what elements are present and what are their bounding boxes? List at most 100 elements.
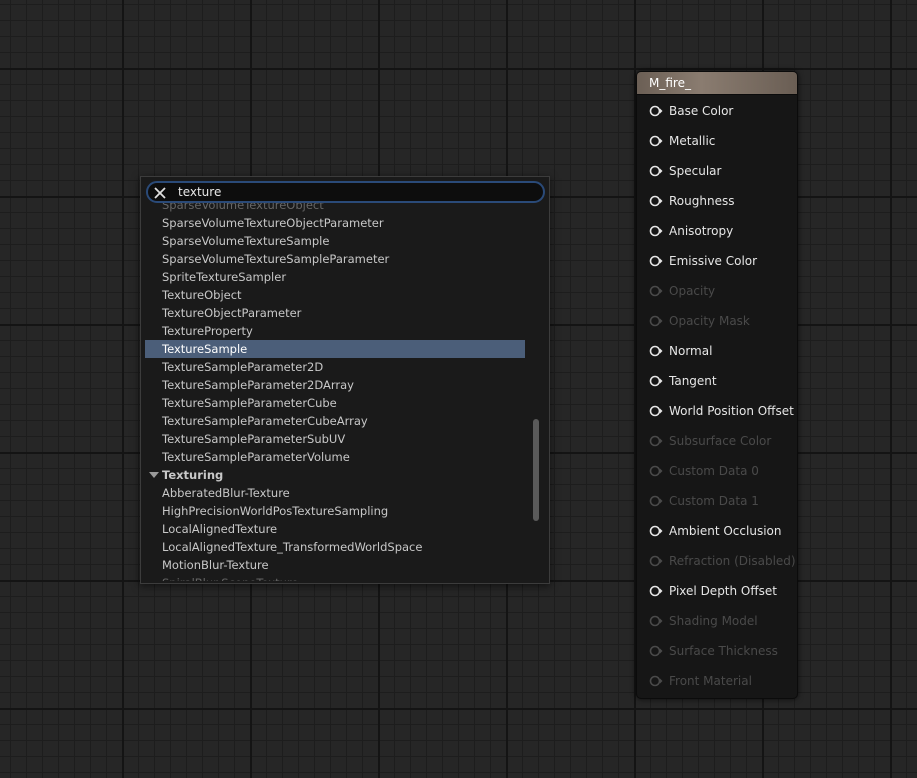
result-label: SparseVolumeTextureSample	[162, 234, 330, 248]
search-result-item[interactable]: TextureSampleParameterCubeArray	[145, 412, 512, 430]
node-input-pin[interactable]: Custom Data 0	[649, 461, 797, 481]
exec-pin-icon[interactable]	[649, 374, 663, 388]
search-result-item[interactable]: SpriteTextureSampler	[145, 268, 512, 286]
exec-pin-icon[interactable]	[649, 494, 663, 508]
search-input[interactable]	[178, 183, 518, 201]
search-result-item[interactable]: SpiralBlur-SceneTexture	[145, 574, 512, 581]
exec-pin-icon[interactable]	[649, 404, 663, 418]
pin-label: Surface Thickness	[669, 644, 778, 658]
search-result-item[interactable]: SparseVolumeTextureSample	[145, 232, 512, 250]
exec-pin-icon[interactable]	[649, 524, 663, 538]
search-result-item[interactable]: SparseVolumeTextureSampleParameter	[145, 250, 512, 268]
pin-label: Opacity Mask	[669, 314, 750, 328]
exec-pin-icon[interactable]	[649, 644, 663, 658]
material-output-node[interactable]: M_fire_ Base Color Metallic Specular Roughn…	[636, 71, 798, 699]
exec-pin-icon[interactable]	[649, 314, 663, 328]
exec-pin-icon[interactable]	[649, 134, 663, 148]
node-title[interactable]: M_fire_	[637, 72, 797, 95]
search-result-item[interactable]: TextureSampleParameter2DArray	[145, 376, 512, 394]
node-input-pin[interactable]: Opacity Mask	[649, 311, 797, 331]
pin-label: Tangent	[669, 374, 717, 388]
pin-label: Normal	[669, 344, 713, 358]
node-input-pin[interactable]: Pixel Depth Offset	[649, 581, 797, 601]
search-result-item[interactable]: SparseVolumeTextureObjectParameter	[145, 214, 512, 232]
node-input-pin[interactable]: Roughness	[649, 191, 797, 211]
pin-label: Metallic	[669, 134, 716, 148]
node-input-pin[interactable]: World Position Offset	[649, 401, 797, 421]
result-label: HighPrecisionWorldPosTextureSampling	[162, 504, 389, 518]
node-input-pin[interactable]: Emissive Color	[649, 251, 797, 271]
exec-pin-icon[interactable]	[649, 554, 663, 568]
pin-label: World Position Offset	[669, 404, 794, 418]
exec-pin-icon[interactable]	[649, 104, 663, 118]
result-label: TextureSampleParameterCubeArray	[162, 414, 368, 428]
exec-pin-icon[interactable]	[649, 194, 663, 208]
node-search-popup: SparseVolumeTextureObject SparseVolumeTex…	[140, 176, 550, 584]
result-label: SparseVolumeTextureObjectParameter	[162, 216, 384, 230]
search-result-item[interactable]: TextureObjectParameter	[145, 304, 512, 322]
node-input-pin[interactable]: Front Material	[649, 671, 797, 691]
node-input-pin[interactable]: Subsurface Color	[649, 431, 797, 451]
exec-pin-icon[interactable]	[649, 674, 663, 688]
result-label: MotionBlur-Texture	[162, 558, 269, 572]
result-label: SpiralBlur-SceneTexture	[162, 576, 298, 581]
search-result-item[interactable]: SparseVolumeTextureObject	[145, 203, 512, 214]
search-result-item[interactable]: TextureSample	[145, 340, 525, 358]
node-input-pin[interactable]: Surface Thickness	[649, 641, 797, 661]
search-result-item[interactable]: TextureProperty	[145, 322, 512, 340]
result-label: SparseVolumeTextureSampleParameter	[162, 252, 390, 266]
result-label: TextureSample	[162, 342, 248, 356]
node-input-pin[interactable]: Opacity	[649, 281, 797, 301]
triangle-down-icon	[149, 472, 159, 478]
search-result-item[interactable]: TextureSampleParameterCube	[145, 394, 512, 412]
node-input-pin[interactable]: Anisotropy	[649, 221, 797, 241]
exec-pin-icon[interactable]	[649, 614, 663, 628]
pin-label: Emissive Color	[669, 254, 758, 268]
exec-pin-icon[interactable]	[649, 584, 663, 598]
scrollbar-thumb[interactable]	[533, 419, 539, 521]
search-result-item[interactable]: TextureSampleParameterSubUV	[145, 430, 512, 448]
result-label: LocalAlignedTexture	[162, 522, 278, 536]
search-result-item[interactable]: TextureObject	[145, 286, 512, 304]
result-label: SpriteTextureSampler	[162, 270, 287, 284]
node-input-pin[interactable]: Tangent	[649, 371, 797, 391]
exec-pin-icon[interactable]	[649, 434, 663, 448]
search-result-item[interactable]: TextureSampleParameter2D	[145, 358, 512, 376]
exec-pin-icon[interactable]	[649, 344, 663, 358]
search-result-item[interactable]: HighPrecisionWorldPosTextureSampling	[145, 502, 512, 520]
node-input-pin[interactable]: Custom Data 1	[649, 491, 797, 511]
node-input-pin[interactable]: Metallic	[649, 131, 797, 151]
pin-label: Roughness	[669, 194, 735, 208]
exec-pin-icon[interactable]	[649, 224, 663, 238]
category-header[interactable]: Texturing	[145, 466, 512, 484]
exec-pin-icon[interactable]	[649, 284, 663, 298]
search-results-list: SparseVolumeTextureObject SparseVolumeTex…	[145, 203, 531, 581]
result-label: Texturing	[162, 468, 224, 482]
pin-label: Anisotropy	[669, 224, 734, 238]
result-label: TextureSampleParameterVolume	[162, 450, 350, 464]
search-result-item[interactable]: MotionBlur-Texture	[145, 556, 512, 574]
scrollbar-track[interactable]	[533, 207, 539, 579]
pin-label: Opacity	[669, 284, 716, 298]
exec-pin-icon[interactable]	[649, 254, 663, 268]
exec-pin-icon[interactable]	[649, 164, 663, 178]
node-input-pin[interactable]: Specular	[649, 161, 797, 181]
search-box[interactable]	[146, 181, 545, 203]
node-input-pin[interactable]: Refraction (Disabled)	[649, 551, 797, 571]
pin-label: Subsurface Color	[669, 434, 772, 448]
search-result-item[interactable]: LocalAlignedTexture_TransformedWorldSpac…	[145, 538, 512, 556]
search-result-item[interactable]: LocalAlignedTexture	[145, 520, 512, 538]
node-input-pin[interactable]: Ambient Occlusion	[649, 521, 797, 541]
pin-label: Custom Data 0	[669, 464, 759, 478]
close-icon[interactable]	[151, 184, 169, 202]
node-input-pin[interactable]: Shading Model	[649, 611, 797, 631]
search-result-item[interactable]: TextureSampleParameterVolume	[145, 448, 512, 466]
search-result-item[interactable]: AbberatedBlur-Texture	[145, 484, 512, 502]
result-label: TextureSampleParameter2D	[162, 360, 324, 374]
result-label: TextureProperty	[162, 324, 253, 338]
node-input-pin[interactable]: Base Color	[649, 101, 797, 121]
exec-pin-icon[interactable]	[649, 464, 663, 478]
node-input-pin[interactable]: Normal	[649, 341, 797, 361]
result-label: TextureObject	[162, 288, 242, 302]
result-label: TextureSampleParameterCube	[162, 396, 337, 410]
